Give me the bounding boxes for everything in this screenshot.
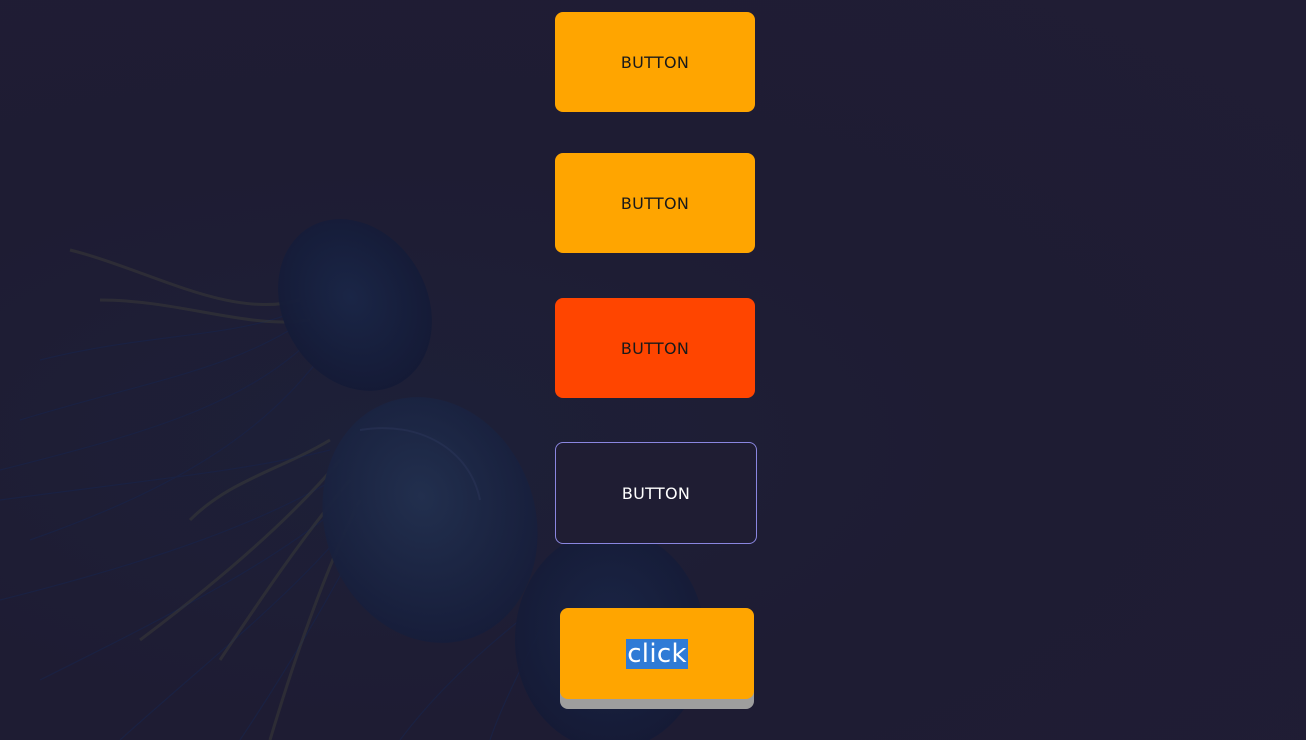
button-1[interactable]: BUTTON (555, 12, 755, 112)
click-button-label-selected: click (626, 638, 688, 669)
page-stage: BUTTON BUTTON BUTTON BUTTON click (0, 0, 1306, 740)
button-2[interactable]: BUTTON (555, 153, 755, 253)
button-3-label: BUTTON (620, 338, 690, 358)
button-1-label: BUTTON (620, 52, 690, 72)
button-4-outline[interactable]: BUTTON (555, 442, 757, 544)
click-button-wrapper: click (560, 608, 754, 709)
button-3-hovered[interactable]: BUTTON (555, 298, 755, 398)
click-button[interactable]: click (560, 608, 754, 699)
button-4-label: BUTTON (621, 483, 691, 503)
button-2-label: BUTTON (620, 193, 690, 213)
